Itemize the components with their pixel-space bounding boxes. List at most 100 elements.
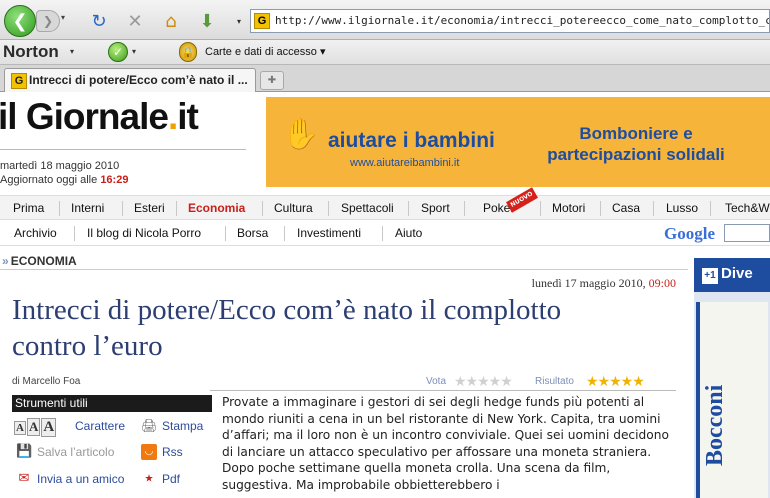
article-author[interactable]: di Marcello Foa bbox=[12, 376, 80, 387]
nav-separator bbox=[464, 201, 465, 216]
nav-separator bbox=[540, 201, 541, 216]
norton-toolbar: Norton ▾ ✓ ▾ 🔒 Carte e dati di accesso ▾ bbox=[0, 40, 770, 65]
nav-blog-porro[interactable]: Il blog di Nicola Porro bbox=[87, 226, 201, 240]
nav-separator bbox=[122, 201, 123, 216]
logo-divider bbox=[0, 149, 246, 150]
tab-active[interactable]: G Intrecci di potere/Ecco com’è nato il … bbox=[4, 68, 256, 92]
site-logo[interactable]: il Giornale.it bbox=[0, 96, 199, 138]
invia-amico-link[interactable]: Invia a un amico bbox=[37, 472, 124, 486]
updated-line: Aggiornato oggi alle 16:29 bbox=[0, 174, 129, 186]
rss-link[interactable]: Rss bbox=[162, 445, 183, 459]
download-icon[interactable]: ⬇ bbox=[196, 10, 218, 32]
font-size-controls[interactable]: AAA bbox=[14, 418, 57, 437]
hand-logo-icon: ✋ bbox=[282, 117, 320, 152]
tab-favicon-icon: G bbox=[11, 73, 27, 89]
nav-motori[interactable]: Motori bbox=[552, 201, 585, 215]
vota-label: Vota bbox=[426, 376, 447, 387]
nav-tech[interactable]: Tech&W bbox=[725, 201, 770, 215]
carattere-link[interactable]: Carattere bbox=[75, 419, 125, 433]
home-icon[interactable]: ⌂ bbox=[160, 10, 182, 32]
nav-separator bbox=[225, 226, 226, 241]
nav-lusso[interactable]: Lusso bbox=[666, 201, 698, 215]
safe-check-icon[interactable]: ✓ bbox=[108, 42, 128, 62]
identity-lock-icon[interactable]: 🔒 bbox=[179, 42, 197, 62]
site-date: martedì 18 maggio 2010 bbox=[0, 160, 120, 172]
stop-icon[interactable]: ✕ bbox=[124, 10, 146, 32]
nav-separator bbox=[74, 226, 75, 241]
tab-bar: G Intrecci di potere/Ecco com’è nato il … bbox=[0, 65, 770, 92]
tools-header: Strumenti utili bbox=[12, 395, 212, 412]
article-body: Provate a immaginare i gestori di sei de… bbox=[222, 395, 669, 492]
secondary-nav: Archivio Il blog di Nicola Porro Borsa I… bbox=[0, 221, 770, 246]
address-bar[interactable]: G http://www.ilgiornale.it/economia/intr… bbox=[250, 9, 770, 33]
nav-prima[interactable]: Prima bbox=[13, 201, 44, 215]
tab-title: Intrecci di potere/Ecco com’è nato il ..… bbox=[29, 73, 248, 87]
salva-articolo-link[interactable]: Salva l’articolo bbox=[37, 445, 114, 459]
mail-icon[interactable]: ✉ bbox=[16, 471, 32, 487]
stampa-link[interactable]: Stampa bbox=[162, 419, 203, 433]
nav-separator bbox=[408, 201, 409, 216]
back-button[interactable]: ❮ bbox=[4, 5, 36, 37]
primary-nav: Prima Interni Esteri Economia Cultura Sp… bbox=[0, 187, 770, 220]
nav-casa[interactable]: Casa bbox=[612, 201, 640, 215]
risultato-label: Risultato bbox=[535, 376, 574, 387]
article-date: lunedì 17 maggio 2010, 09:00 bbox=[531, 276, 676, 290]
nav-separator bbox=[382, 226, 383, 241]
banner-slogan: Bomboniere e partecipazioni solidali bbox=[547, 124, 725, 164]
side-ad-header: +1 Dive bbox=[694, 258, 770, 292]
article-title: Intrecci di potere/Ecco com’è nato il co… bbox=[12, 294, 562, 362]
safe-dropdown-icon[interactable]: ▾ bbox=[132, 47, 136, 56]
nav-separator bbox=[59, 201, 60, 216]
ad-banner[interactable]: ✋ aiutare i bambini www.aiutareibambini.… bbox=[266, 97, 770, 187]
address-text: http://www.ilgiornale.it/economia/intrec… bbox=[275, 14, 770, 27]
nav-interni[interactable]: Interni bbox=[71, 201, 104, 215]
nav-archivio[interactable]: Archivio bbox=[14, 226, 57, 240]
nav-separator bbox=[328, 201, 329, 216]
nav-sport[interactable]: Sport bbox=[421, 201, 450, 215]
nav-separator bbox=[284, 226, 285, 241]
pdf-link[interactable]: Pdf bbox=[162, 472, 180, 486]
nav-separator bbox=[710, 201, 711, 216]
nav-investimenti[interactable]: Investimenti bbox=[297, 226, 361, 240]
rss-icon[interactable]: ◡ bbox=[141, 444, 157, 460]
section-breadcrumb[interactable]: » ECONOMIA bbox=[0, 254, 688, 270]
nav-spettacoli[interactable]: Spettacoli bbox=[341, 201, 394, 215]
web-page: il Giornale.it martedì 18 maggio 2010 Ag… bbox=[0, 92, 770, 498]
save-icon: 💾 bbox=[16, 444, 33, 459]
nav-separator bbox=[262, 201, 263, 216]
nav-economia[interactable]: Economia bbox=[188, 201, 245, 215]
google-search-input[interactable] bbox=[724, 224, 770, 242]
toolbar-dropdown-icon[interactable]: ▾ bbox=[228, 10, 250, 32]
bocconi-panel: Bocconi bbox=[696, 302, 768, 498]
pdf-icon[interactable]: ⭑ bbox=[141, 471, 157, 487]
side-ad[interactable]: +1 Dive Bocconi bbox=[694, 258, 770, 498]
vote-stars[interactable]: ★★★★★ bbox=[454, 374, 513, 390]
forward-button[interactable]: ❯ bbox=[36, 10, 60, 32]
nav-separator bbox=[600, 201, 601, 216]
double-chevron-icon: » bbox=[2, 254, 9, 268]
nav-separator bbox=[653, 201, 654, 216]
site-favicon-icon: G bbox=[254, 13, 270, 29]
google-logo: Google bbox=[664, 224, 715, 243]
result-stars: ★★★★★ bbox=[586, 374, 645, 390]
bocconi-brand: Bocconi bbox=[702, 384, 728, 466]
nav-separator bbox=[176, 201, 177, 216]
nav-cultura[interactable]: Cultura bbox=[274, 201, 313, 215]
nuovo-badge: NUOVO bbox=[506, 187, 538, 213]
history-dropdown-icon[interactable]: ▾ bbox=[61, 13, 73, 27]
nav-esteri[interactable]: Esteri bbox=[134, 201, 165, 215]
new-tab-button[interactable]: ✚ bbox=[260, 71, 284, 90]
banner-url: www.aiutareibambini.it bbox=[350, 157, 460, 169]
tools-box: Strumenti utili AAA Carattere 🖨 Stampa 💾… bbox=[12, 395, 212, 498]
nav-borsa[interactable]: Borsa bbox=[237, 226, 268, 240]
norton-dropdown-icon[interactable]: ▾ bbox=[70, 47, 74, 56]
article-divider bbox=[210, 390, 676, 391]
norton-logo[interactable]: Norton bbox=[3, 42, 59, 62]
browser-navbar: ❮ ❯ ▾ ↻ ✕ ⌂ ⬇ ▾ G http://www.ilgiornale.… bbox=[0, 0, 770, 40]
reload-icon[interactable]: ↻ bbox=[88, 10, 110, 32]
carte-dati-menu[interactable]: Carte e dati di accesso ▾ bbox=[205, 45, 325, 58]
print-icon[interactable]: 🖨 bbox=[141, 419, 158, 435]
banner-brand: aiutare i bambini bbox=[328, 129, 495, 152]
nav-aiuto[interactable]: Aiuto bbox=[395, 226, 422, 240]
plus-one-icon: +1 bbox=[702, 268, 718, 284]
